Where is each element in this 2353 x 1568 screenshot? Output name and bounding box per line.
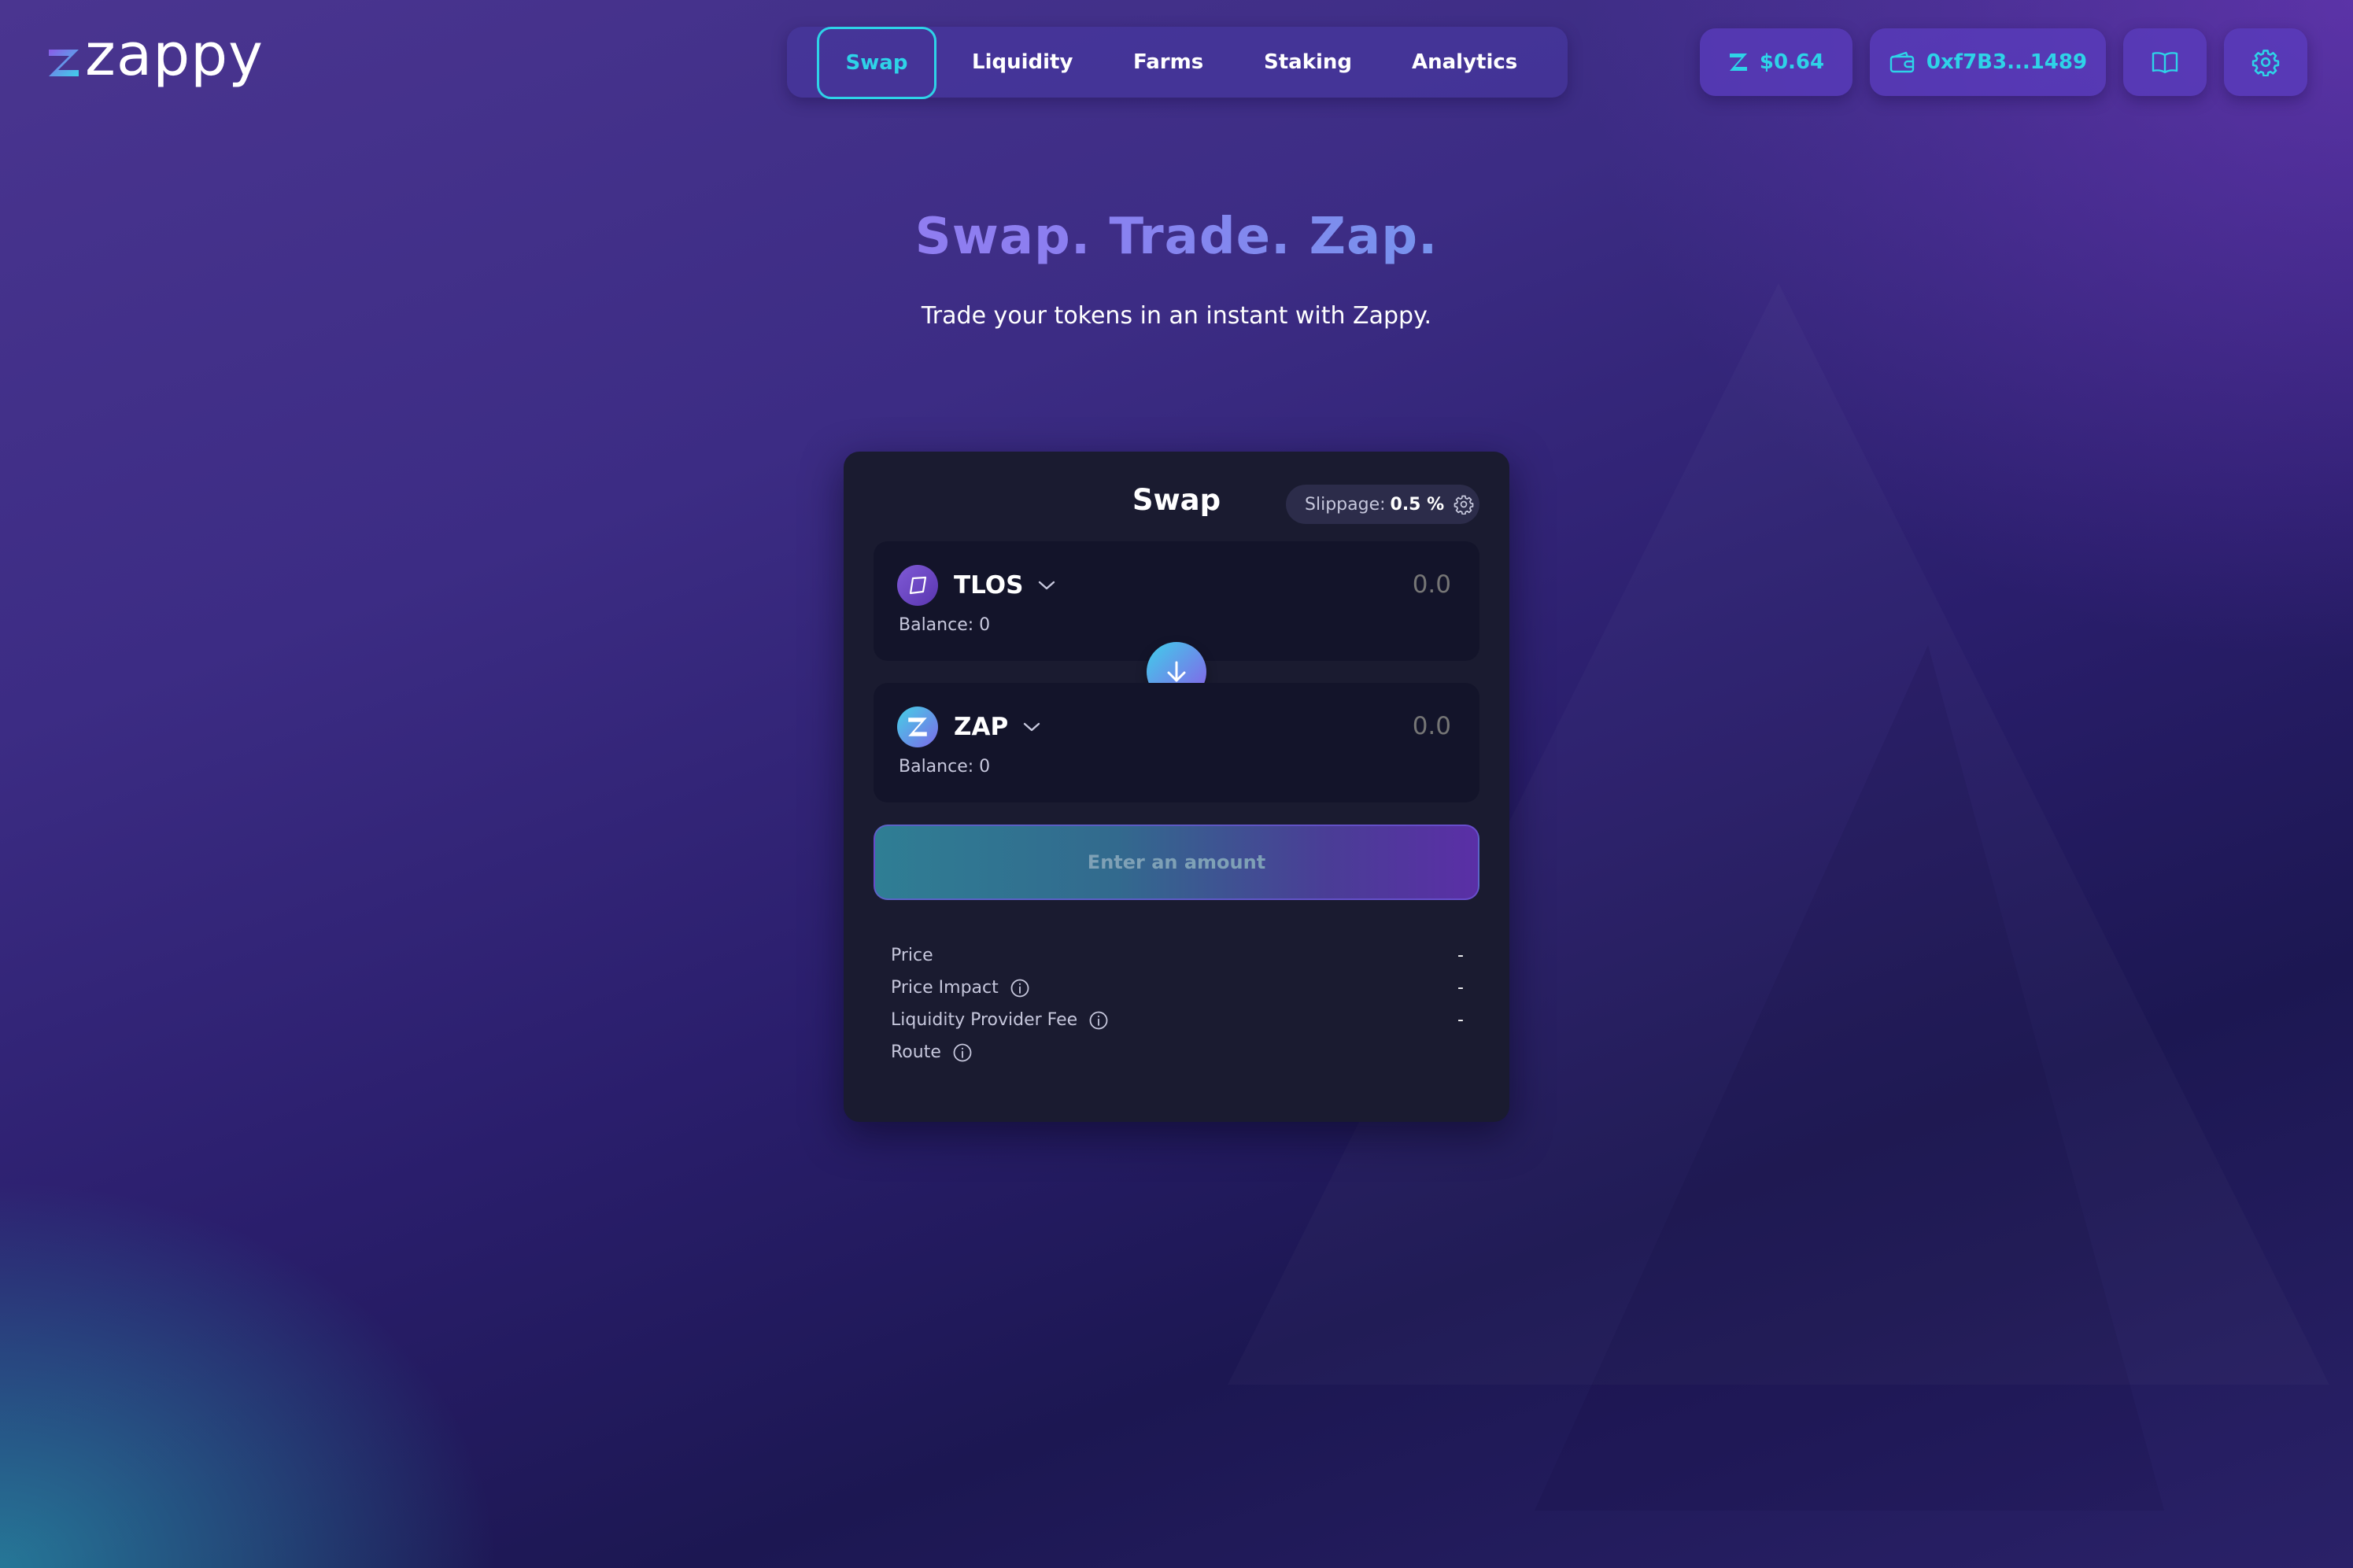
info-icon[interactable] <box>1010 978 1030 998</box>
to-amount-input[interactable] <box>1213 711 1453 741</box>
brand-name: zappy <box>85 21 264 89</box>
wallet-button[interactable]: 0xf7B3...1489 <box>1870 28 2106 96</box>
detail-value: - <box>1457 1010 1464 1030</box>
swap-details: Price - Price Impact - Liquidity Provide… <box>891 939 1464 1068</box>
info-icon[interactable] <box>1088 1010 1109 1031</box>
detail-row-price-impact: Price Impact - <box>891 972 1464 1004</box>
settings-button[interactable] <box>2224 28 2307 96</box>
enter-amount-button[interactable]: Enter an amount <box>874 825 1479 900</box>
slippage-button[interactable]: Slippage: 0.5 % <box>1286 485 1479 524</box>
docs-book-icon <box>2152 52 2178 74</box>
detail-row-price: Price - <box>891 939 1464 972</box>
tab-analytics[interactable]: Analytics <box>1412 27 1517 98</box>
wallet-address: 0xf7B3...1489 <box>1926 50 2088 74</box>
token-price: $0.64 <box>1759 50 1825 74</box>
to-token-panel: ZAP Balance: 0 <box>874 683 1479 802</box>
tlos-token-icon <box>897 565 938 606</box>
from-amount-input[interactable] <box>1213 570 1453 600</box>
swap-card: Swap Slippage: 0.5 % TLOS Balance: 0 0.0… <box>844 452 1509 1122</box>
from-token-balance: Balance: 0 <box>899 615 991 635</box>
slippage-label: Slippage: <box>1305 494 1386 515</box>
tab-liquidity[interactable]: Liquidity <box>972 27 1073 98</box>
detail-row-lp-fee: Liquidity Provider Fee - <box>891 1004 1464 1036</box>
detail-value: - <box>1457 978 1464 998</box>
from-token-selector[interactable]: TLOS <box>897 565 1056 606</box>
brand-logo[interactable]: zappy <box>46 24 264 94</box>
detail-label: Route <box>891 1042 941 1062</box>
zap-token-icon <box>1729 53 1747 71</box>
chevron-down-icon <box>1039 581 1055 590</box>
detail-label: Price Impact <box>891 978 999 998</box>
token-price-button[interactable]: $0.64 <box>1700 28 1852 96</box>
hero-title: Swap. Trade. Zap. <box>0 208 2353 266</box>
zap-token-icon <box>897 707 938 747</box>
chevron-down-icon <box>1024 722 1040 732</box>
detail-label: Price <box>891 946 933 965</box>
info-icon[interactable] <box>952 1042 973 1063</box>
hero-subtitle: Trade your tokens in an instant with Zap… <box>921 302 1432 330</box>
background-facet <box>1535 645 2164 1511</box>
detail-row-route: Route <box>891 1036 1464 1068</box>
tab-staking[interactable]: Staking <box>1264 27 1352 98</box>
to-token-balance: Balance: 0 <box>899 757 991 777</box>
docs-button[interactable] <box>2123 28 2207 96</box>
to-token-selector[interactable]: ZAP <box>897 707 1041 747</box>
main-nav: Swap Liquidity Farms Staking Analytics <box>787 27 1568 99</box>
gear-icon <box>1454 495 1474 515</box>
to-token-symbol: ZAP <box>954 713 1009 741</box>
wallet-icon <box>1889 51 1915 73</box>
from-token-symbol: TLOS <box>954 571 1024 600</box>
arrow-down-icon <box>1167 661 1186 682</box>
detail-value: - <box>1457 946 1464 965</box>
settings-gear-icon <box>2251 50 2280 76</box>
slippage-value: 0.5 % <box>1390 494 1445 515</box>
tab-swap[interactable]: Swap <box>817 27 936 99</box>
tab-farms[interactable]: Farms <box>1133 27 1203 98</box>
detail-label: Liquidity Provider Fee <box>891 1010 1078 1030</box>
zappy-logo-icon <box>49 50 79 76</box>
